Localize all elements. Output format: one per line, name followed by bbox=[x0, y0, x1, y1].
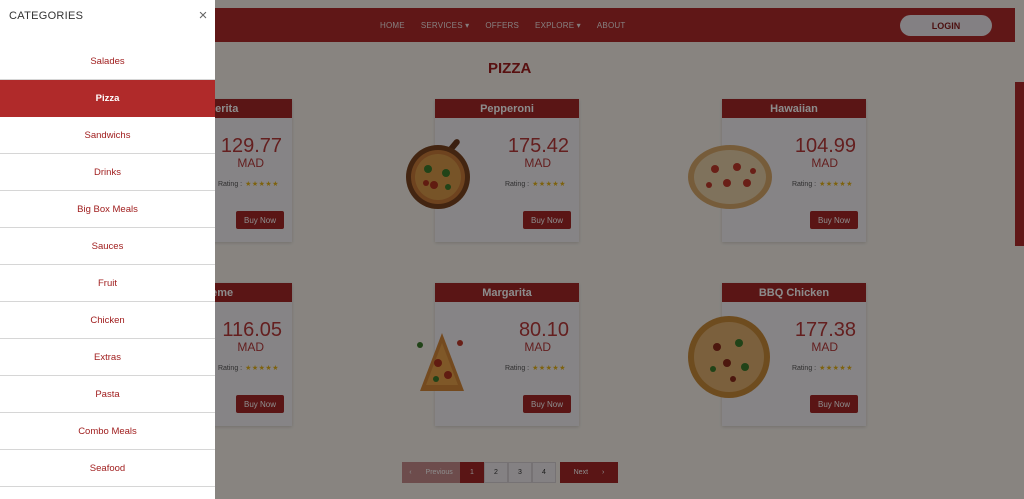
category-item-seafood[interactable]: Seafood bbox=[0, 450, 215, 487]
category-item-pizza[interactable]: Pizza bbox=[0, 80, 215, 117]
category-list: Salades Pizza Sandwichs Drinks Big Box M… bbox=[0, 43, 215, 487]
category-item-extras[interactable]: Extras bbox=[0, 339, 215, 376]
category-item-fruit[interactable]: Fruit bbox=[0, 265, 215, 302]
drawer-title: CATEGORIES bbox=[9, 10, 84, 22]
close-icon[interactable]: × bbox=[196, 8, 210, 23]
category-item-drinks[interactable]: Drinks bbox=[0, 154, 215, 191]
category-item-salades[interactable]: Salades bbox=[0, 43, 215, 80]
category-item-big-box-meals[interactable]: Big Box Meals bbox=[0, 191, 215, 228]
drawer-header: CATEGORIES × bbox=[0, 0, 215, 33]
category-item-combo-meals[interactable]: Combo Meals bbox=[0, 413, 215, 450]
category-item-pasta[interactable]: Pasta bbox=[0, 376, 215, 413]
category-item-sandwichs[interactable]: Sandwichs bbox=[0, 117, 215, 154]
category-item-chicken[interactable]: Chicken bbox=[0, 302, 215, 339]
categories-drawer: CATEGORIES × Salades Pizza Sandwichs Dri… bbox=[0, 0, 215, 499]
category-item-sauces[interactable]: Sauces bbox=[0, 228, 215, 265]
